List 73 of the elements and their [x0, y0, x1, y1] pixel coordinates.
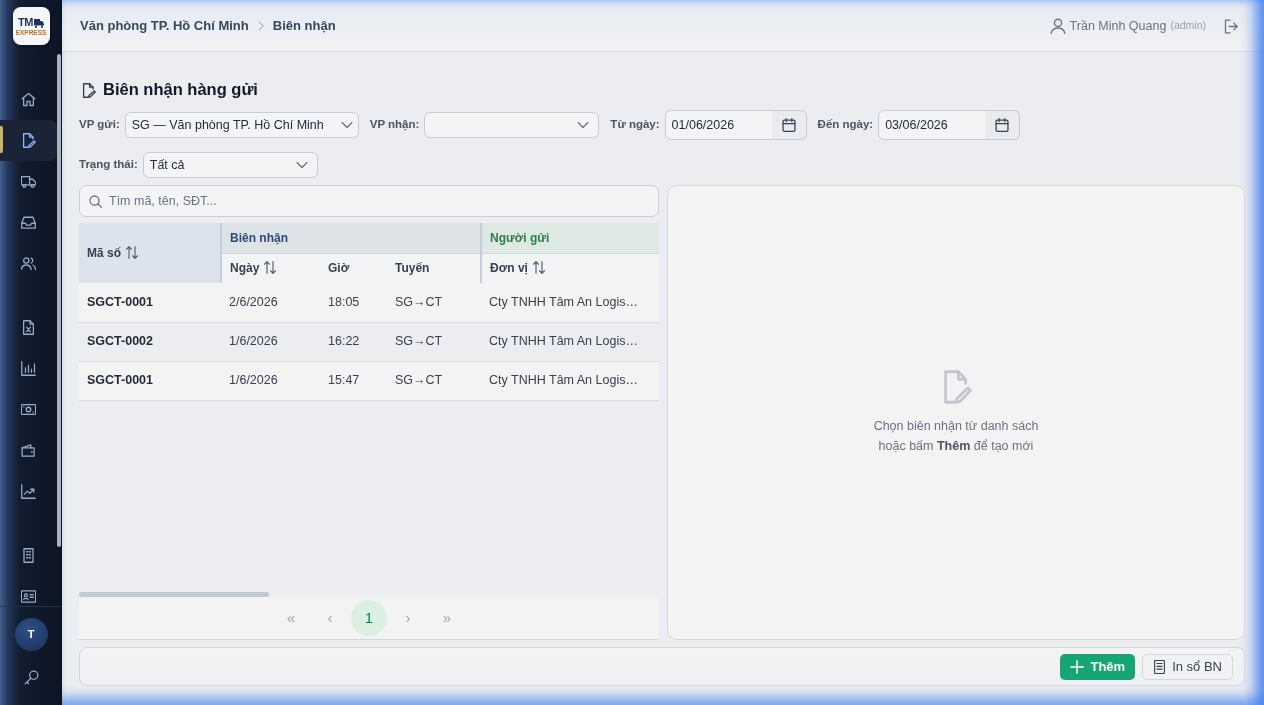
user-icon [1049, 18, 1066, 34]
date-input-field[interactable]: 01/06/2026 [664, 110, 773, 140]
filter-label: Trạng thái: [79, 157, 138, 173]
plus-icon [1070, 659, 1085, 674]
document-lines-icon [1153, 659, 1167, 674]
table-cell: SGCT-0002 [79, 322, 221, 361]
search-icon [89, 195, 102, 208]
search-field[interactable]: Tìm mã, tên, SĐT... [79, 185, 659, 217]
filter-label: VP nhận: [369, 117, 420, 133]
column-group-header: Biên nhận [221, 223, 482, 253]
key-icon[interactable] [23, 669, 39, 685]
calendar-icon [995, 118, 1010, 132]
filter-label: Đến ngày: [817, 117, 874, 133]
table-cell: Cty TNHH Tâm An Logis… [481, 283, 659, 322]
id-card-icon [21, 589, 36, 605]
filter-label: VP gửi: [79, 117, 120, 133]
table-cell: 1/6/2026 [221, 361, 320, 400]
select-field[interactable] [424, 112, 600, 138]
page-button[interactable]: 1 [351, 600, 387, 636]
table-cell: Cty TNHH Tâm An Logis… [481, 322, 659, 361]
empty-state-text: Chọn biên nhận từ danh sách hoặc bấm Thêm để tạo mới [873, 417, 1039, 455]
building-icon [21, 548, 36, 564]
user-name: Trần Minh Quang [1069, 17, 1167, 35]
column-header[interactable]: Mã số [79, 223, 221, 283]
truck-icon [33, 18, 44, 28]
table-cell: SGCT-0001 [79, 361, 221, 400]
breadcrumb-link[interactable]: Văn phòng TP. Hồ Chí Minh [80, 16, 249, 36]
select-field[interactable]: Tất cả [142, 152, 318, 178]
logo-text: TM [18, 16, 33, 28]
truck-icon [21, 174, 36, 190]
column-header: Tuyến [387, 253, 482, 283]
page-title: Biên nhận hàng gửi [103, 80, 258, 100]
document-x-icon [21, 320, 36, 336]
wallet-icon [21, 443, 36, 459]
inbox-icon [21, 215, 36, 231]
table-cell: 16:22 [320, 322, 387, 361]
calendar-button[interactable] [771, 110, 807, 140]
date-input-field[interactable]: 03/06/2026 [878, 110, 987, 140]
column-header[interactable]: Ngày [221, 253, 320, 283]
select-field[interactable]: SG — Văn phòng TP. Hồ Chí Minh [124, 112, 359, 138]
line-chart-icon [21, 484, 36, 500]
document-edit-icon [21, 133, 36, 149]
user-role: (admin) [1170, 18, 1206, 34]
sidebar-nav-item[interactable] [0, 120, 57, 162]
avatar[interactable]: T [14, 617, 48, 651]
bar-chart-icon [21, 361, 36, 377]
document-edit-icon [81, 82, 96, 98]
logout-icon [1224, 18, 1239, 34]
table-cell: 15:47 [320, 361, 387, 400]
table-cell: SG→CT [387, 322, 482, 361]
scrollbar[interactable] [79, 592, 269, 597]
table-row[interactable]: SGCT-0002 1/6/2026 16:22 SG→CT Cty TNHH Tâm An Logis… [79, 322, 659, 361]
table-row[interactable]: SGCT-0001 2/6/2026 18:05 SG→CT Cty TNHH Tâm An Logis… [79, 283, 659, 322]
table-cell: SGCT-0001 [79, 283, 221, 322]
users-icon [21, 256, 36, 272]
filter-label: Từ ngày: [610, 117, 660, 133]
home-icon [21, 92, 36, 108]
banknote-icon [21, 402, 36, 418]
breadcrumb-current: Biên nhận [272, 17, 336, 36]
table-cell: 1/6/2026 [221, 322, 320, 361]
calendar-icon [781, 118, 796, 132]
table-cell: SG→CT [387, 283, 482, 322]
column-group-header: Người gửi [481, 223, 659, 253]
table-cell: SG→CT [387, 361, 482, 400]
table-cell: 18:05 [320, 283, 387, 322]
scrollbar[interactable] [57, 54, 61, 548]
table-cell: 2/6/2026 [221, 283, 320, 322]
print-button[interactable]: In sổ BN [1142, 653, 1233, 680]
calendar-button[interactable] [985, 110, 1021, 140]
table-cell: Cty TNHH Tâm An Logis… [481, 361, 659, 400]
column-header: Giờ [320, 253, 387, 283]
logout-button[interactable] [1224, 18, 1239, 34]
table-row[interactable]: SGCT-0001 1/6/2026 15:47 SG→CT Cty TNHH Tâm An Logis… [79, 361, 659, 400]
